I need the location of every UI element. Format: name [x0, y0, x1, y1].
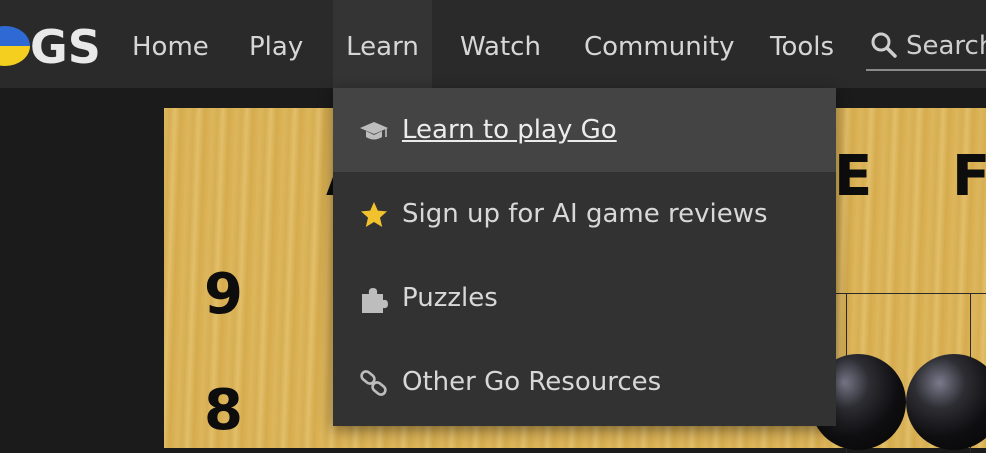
nav-tools[interactable]: Tools: [770, 0, 834, 88]
menu-item-label: Puzzles: [402, 283, 498, 313]
logo-text: GS: [30, 20, 101, 74]
search-icon: [871, 32, 897, 58]
star-icon: [361, 202, 387, 227]
board-row-label-9: 9: [204, 262, 243, 327]
menu-item-other-go-resources[interactable]: Other Go Resources: [333, 340, 836, 424]
nav-watch[interactable]: Watch: [460, 0, 541, 88]
menu-item-puzzles[interactable]: Puzzles: [333, 256, 836, 340]
graduation-cap-icon: [360, 122, 388, 140]
menu-item-label: Learn to play Go: [402, 115, 617, 145]
ukraine-flag-logo-icon: [0, 26, 30, 66]
board-grid-line: [834, 293, 986, 294]
learn-dropdown-menu: Learn to play Go Sign up for AI game rev…: [333, 88, 836, 426]
board-column-label-e: E: [834, 144, 873, 209]
puzzle-icon: [362, 288, 388, 313]
search-box[interactable]: [866, 27, 986, 71]
black-stone: [906, 354, 986, 450]
nav-learn[interactable]: Learn: [333, 0, 432, 88]
nav-home[interactable]: Home: [132, 0, 209, 88]
board-row-label-8: 8: [204, 378, 243, 443]
menu-item-label: Other Go Resources: [402, 367, 662, 397]
link-icon: [360, 370, 387, 396]
menu-item-learn-to-play-go[interactable]: Learn to play Go: [333, 88, 836, 172]
nav-community[interactable]: Community: [584, 0, 734, 88]
board-column-label-f: F: [952, 144, 986, 209]
nav-play[interactable]: Play: [249, 0, 303, 88]
menu-item-label: Sign up for AI game reviews: [402, 199, 768, 229]
menu-item-ai-game-reviews[interactable]: Sign up for AI game reviews: [333, 172, 836, 256]
top-navigation-bar: GS Home Play Learn Watch Community Tools: [0, 0, 986, 88]
search-input[interactable]: [906, 29, 986, 63]
